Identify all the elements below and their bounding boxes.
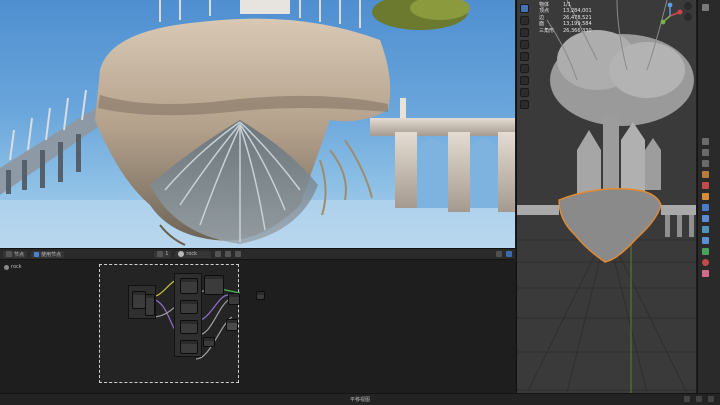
mouse-right-icon	[708, 396, 714, 402]
node-group-textures[interactable]	[174, 273, 202, 357]
editor-type-menu[interactable]: 节点	[3, 250, 28, 258]
material-slot-selector[interactable]: 1	[154, 250, 172, 258]
3d-viewport[interactable]: 物体 1/1 顶点 13,284,001 边 26,478,521 面 13,199,5…	[516, 0, 696, 393]
checkbox-icon	[34, 251, 40, 257]
world-icon[interactable]	[702, 182, 709, 189]
node-image-texture-3[interactable]	[180, 320, 198, 334]
copy-material-icon[interactable]	[215, 251, 222, 257]
constraints-icon[interactable]	[702, 237, 709, 244]
scene-statistics: 物体 1/1 顶点 13,284,001 边 26,478,521 面 13,199,5…	[539, 2, 592, 34]
viewport-scene	[517, 0, 696, 393]
rotate-icon[interactable]	[520, 40, 529, 49]
unlink-icon[interactable]	[235, 251, 242, 257]
fake-user-icon[interactable]	[225, 251, 232, 257]
cursor-icon[interactable]	[520, 16, 529, 25]
material-icon[interactable]	[702, 259, 709, 266]
transform-icon[interactable]	[520, 64, 529, 73]
select-icon[interactable]	[520, 4, 529, 13]
node-normal-map[interactable]	[228, 293, 240, 305]
object-icon[interactable]	[702, 193, 709, 200]
node-group-texcoord[interactable]	[128, 285, 156, 319]
use-nodes-toggle[interactable]: 使用节点	[31, 250, 65, 258]
node-image-texture-4[interactable]	[180, 340, 198, 354]
material-slot-label: 1	[165, 251, 169, 257]
material-breadcrumb-icon	[4, 264, 9, 270]
render-icon[interactable]	[702, 138, 709, 145]
breadcrumb-label: rock	[11, 264, 22, 270]
scale-icon[interactable]	[520, 52, 529, 61]
particles-icon[interactable]	[702, 215, 709, 222]
node-displacement[interactable]	[226, 319, 238, 331]
data-icon[interactable]	[702, 248, 709, 255]
view-layer-icon[interactable]	[702, 160, 709, 167]
annotate-icon[interactable]	[520, 76, 529, 85]
node-texture-coordinate[interactable]	[132, 291, 146, 309]
status-indicators	[684, 396, 714, 402]
snap-icon[interactable]	[506, 251, 513, 257]
tool-shelf	[520, 4, 530, 109]
modifier-icon[interactable]	[702, 204, 709, 211]
stat-row: 三角形 26,366,330	[539, 28, 592, 34]
output-icon[interactable]	[702, 149, 709, 156]
shader-node-editor[interactable]: 节点 使用节点 1 rock rock	[0, 248, 515, 393]
material-name-label: rock	[186, 251, 198, 257]
tool-icon[interactable]	[702, 4, 709, 11]
physics-icon[interactable]	[702, 226, 709, 233]
node-image-texture-1[interactable]	[180, 278, 198, 294]
zoom-icon[interactable]	[684, 2, 692, 10]
move-icon[interactable]	[520, 28, 529, 37]
node-editor-icon	[6, 251, 12, 257]
material-name-field[interactable]: rock	[175, 250, 212, 258]
node-mapping[interactable]	[145, 294, 155, 316]
measure-icon[interactable]	[520, 88, 529, 97]
properties-tabs	[697, 0, 720, 393]
pan-hand-icon[interactable]	[684, 13, 692, 21]
material-slot-icon	[157, 251, 164, 257]
node-image-texture-2[interactable]	[180, 300, 198, 314]
render-preview-viewport[interactable]	[0, 0, 515, 248]
editor-type-label: 节点	[14, 251, 25, 258]
mouse-left-icon	[684, 396, 690, 402]
node-editor-header: 节点 使用节点 1 rock	[0, 249, 515, 260]
stat-key: 三角形	[539, 27, 555, 34]
node-principled-bsdf[interactable]	[204, 275, 224, 295]
overlay-icon[interactable]	[496, 251, 503, 257]
node-bump[interactable]	[203, 337, 215, 347]
node-material-output[interactable]	[256, 291, 265, 300]
stat-value: 26,366,330	[563, 27, 592, 34]
navigation-gizmo[interactable]	[658, 2, 692, 34]
status-bar: 平移视图	[0, 393, 720, 405]
mouse-middle-icon	[696, 396, 702, 402]
breadcrumb: rock	[4, 264, 22, 270]
status-hint: 平移视图	[349, 397, 370, 403]
scene-icon[interactable]	[702, 171, 709, 178]
render-image	[0, 0, 515, 248]
selected-node-frame[interactable]	[99, 264, 240, 383]
texture-icon[interactable]	[702, 270, 709, 277]
camera-view-icon[interactable]	[684, 24, 692, 32]
material-sphere-icon	[178, 251, 185, 257]
use-nodes-label: 使用节点	[41, 251, 62, 258]
add-cube-icon[interactable]	[520, 100, 529, 109]
